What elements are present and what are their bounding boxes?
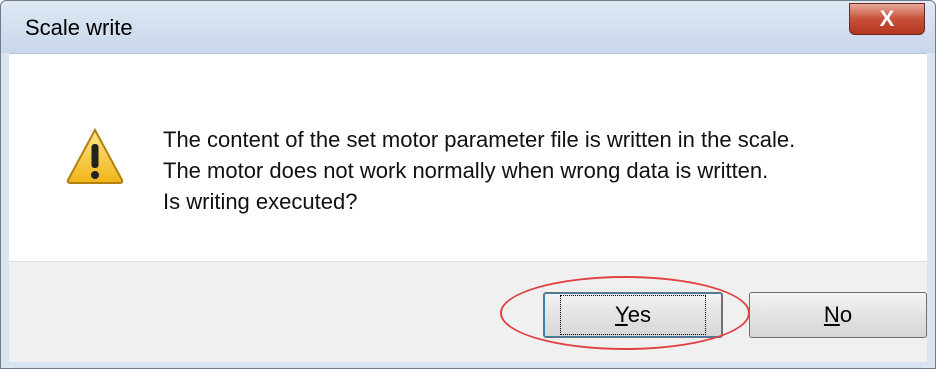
yes-button[interactable]: Yes xyxy=(543,292,723,338)
no-button[interactable]: No xyxy=(749,292,927,338)
dialog-window: Scale write X The content of the set mot… xyxy=(0,0,936,369)
close-button[interactable]: X xyxy=(849,3,925,35)
no-label: No xyxy=(823,302,853,327)
button-area: Yes No xyxy=(9,261,927,362)
title-bar[interactable]: Scale write X xyxy=(1,1,935,53)
yes-label: Yes xyxy=(560,295,706,335)
warning-icon xyxy=(66,127,124,184)
message-line: The motor does not work normally when wr… xyxy=(163,158,769,183)
message-text: The content of the set motor parameter f… xyxy=(163,124,795,217)
dialog-title: Scale write xyxy=(25,15,133,40)
dialog-content: The content of the set motor parameter f… xyxy=(9,53,927,262)
message-line: Is writing executed? xyxy=(163,189,358,214)
message-line: The content of the set motor parameter f… xyxy=(163,127,796,152)
close-icon: X xyxy=(879,6,895,31)
